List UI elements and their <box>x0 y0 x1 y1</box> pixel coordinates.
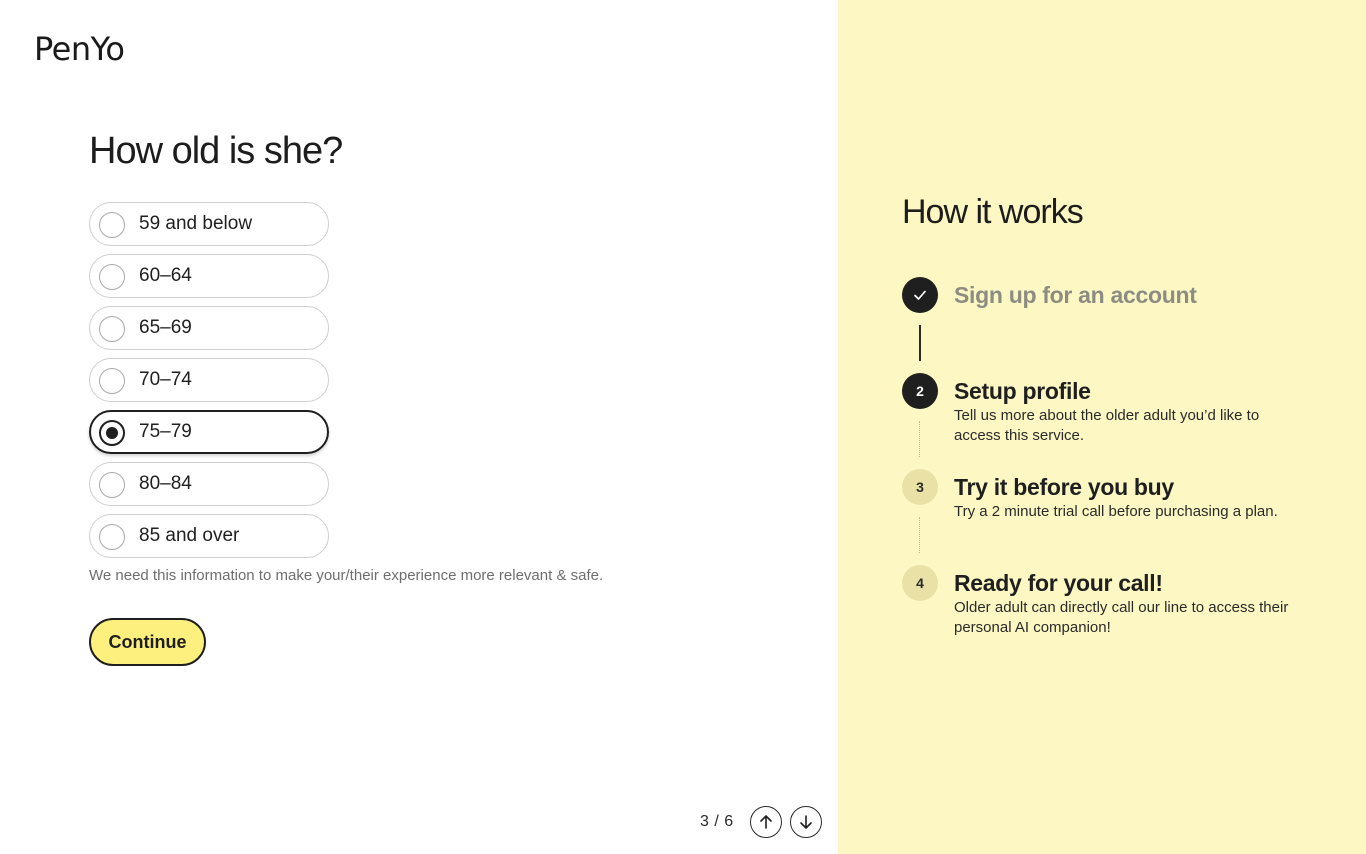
page-counter: 3 / 6 <box>700 813 734 830</box>
arrow-up-icon <box>759 815 772 829</box>
option-label: 65–69 <box>139 317 192 338</box>
radio-icon[interactable] <box>99 524 125 550</box>
option-label: 59 and below <box>139 213 253 234</box>
age-option-65-69[interactable]: 65–69 <box>89 306 329 350</box>
question-heading: How old is she? <box>89 130 343 172</box>
checkmark-icon <box>914 290 926 300</box>
radio-icon[interactable] <box>99 472 125 498</box>
step-title: Setup profile <box>954 378 1091 404</box>
step-connector <box>919 517 920 553</box>
age-option-85-over[interactable]: 85 and over <box>89 514 329 558</box>
arrow-down-icon <box>799 815 812 829</box>
step-description: Try a 2 minute trial call before purchas… <box>954 503 1278 520</box>
option-label: 60–64 <box>139 265 192 286</box>
radio-icon[interactable] <box>99 264 125 290</box>
step-title: Try it before you buy <box>954 474 1174 500</box>
age-option-60-64[interactable]: 60–64 <box>89 254 329 298</box>
step-title: Ready for your call! <box>954 570 1163 596</box>
step-number-marker: 4 <box>902 565 938 601</box>
option-label: 85 and over <box>139 525 240 546</box>
radio-selected-icon[interactable] <box>99 420 125 446</box>
step-complete-marker <box>902 277 938 313</box>
age-option-80-84[interactable]: 80–84 <box>89 462 329 506</box>
step-title: Sign up for an account <box>954 282 1197 308</box>
form-panel: PenYo How old is she? 59 and below 60–64… <box>0 0 838 854</box>
continue-button[interactable]: Continue <box>89 618 206 666</box>
option-label: 70–74 <box>139 369 192 390</box>
how-it-works-title: How it works <box>902 193 1084 231</box>
logo-text: PenYo <box>34 30 125 68</box>
age-options: 59 and below 60–64 65–69 70–74 75–79 80–… <box>89 202 329 566</box>
radio-icon[interactable] <box>99 212 125 238</box>
step-connector <box>919 325 921 361</box>
next-question-button[interactable] <box>789 806 822 838</box>
age-option-70-74[interactable]: 70–74 <box>89 358 329 402</box>
radio-icon[interactable] <box>99 368 125 394</box>
step-number-marker: 2 <box>902 373 938 409</box>
step-description: Older adult can directly call our line t… <box>954 599 1289 636</box>
step-description: Tell us more about the older adult you’d… <box>954 407 1260 444</box>
age-option-75-79[interactable]: 75–79 <box>89 410 329 454</box>
step-pager: 3 / 6 <box>700 806 830 838</box>
option-label: 80–84 <box>139 473 192 494</box>
radio-icon[interactable] <box>99 316 125 342</box>
how-it-works-panel: How it works Sign up for an account 2 Se… <box>838 0 1366 854</box>
previous-question-button[interactable] <box>749 806 782 838</box>
penyo-logo: PenYo <box>34 30 138 68</box>
age-option-59-below[interactable]: 59 and below <box>89 202 329 246</box>
option-label: 75–79 <box>139 421 192 442</box>
step-number-marker: 3 <box>902 469 938 505</box>
helper-text: We need this information to make your/th… <box>89 567 604 584</box>
step-connector <box>919 421 920 457</box>
